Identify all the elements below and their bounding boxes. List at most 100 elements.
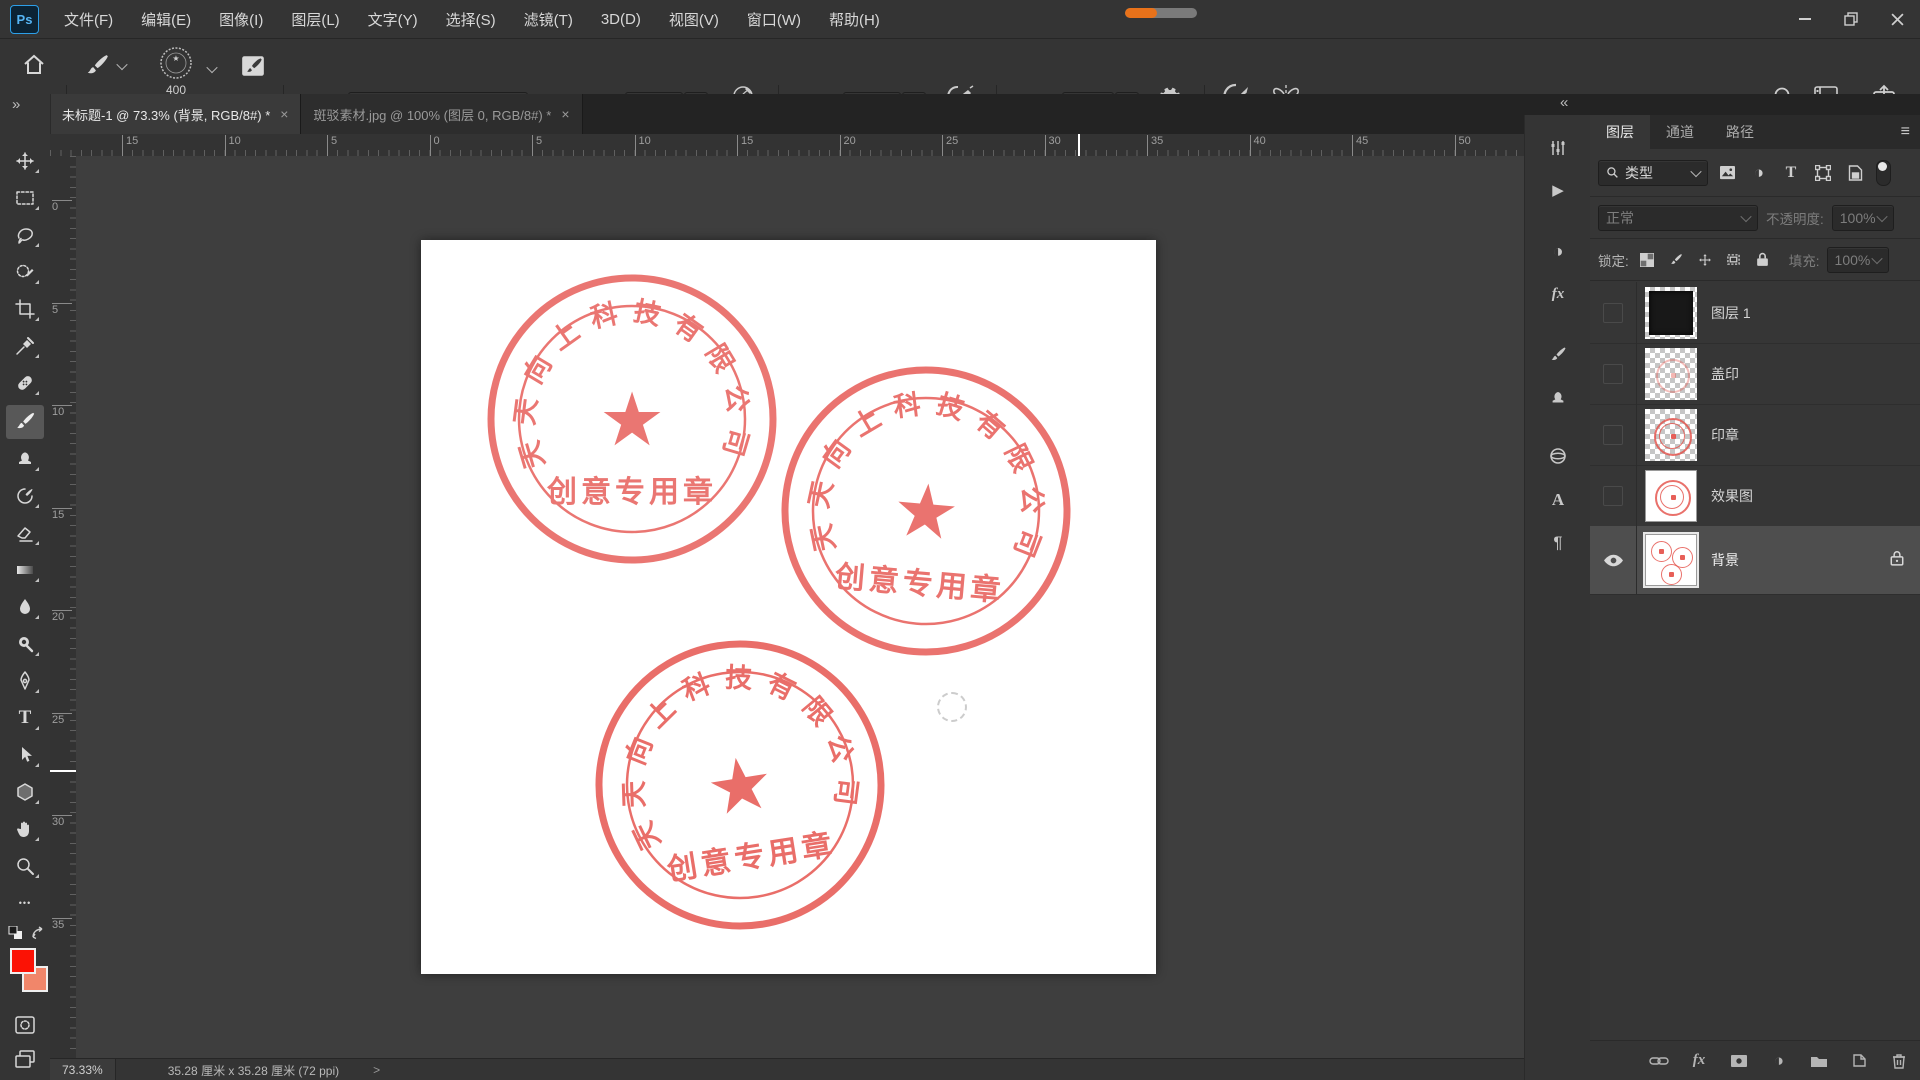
lock-transparent-button[interactable]: [1636, 248, 1658, 272]
eyedropper-tool[interactable]: [8, 331, 42, 361]
tab-close-icon[interactable]: ×: [561, 106, 569, 122]
tab-untitled-1[interactable]: 未标题-1 @ 73.3% (背景, RGB/8#) * ×: [50, 94, 302, 134]
brush-settings-panel-button[interactable]: [1542, 340, 1574, 370]
visibility-toggle[interactable]: [1590, 465, 1637, 526]
lock-artboard-button[interactable]: [1723, 248, 1745, 272]
paragraph-panel-button[interactable]: ¶: [1542, 528, 1574, 558]
toggle-brush-panel-button[interactable]: [240, 53, 266, 84]
visibility-toggle[interactable]: [1590, 526, 1637, 594]
layer-thumbnail[interactable]: [1645, 286, 1697, 339]
lasso-tool[interactable]: [8, 220, 42, 250]
brush-preset-picker[interactable]: ★ 400: [158, 45, 194, 97]
layer-style-button[interactable]: fx: [1686, 1049, 1712, 1073]
clone-stamp-tool[interactable]: [8, 444, 42, 474]
menu-filter[interactable]: 滤镜(T): [510, 0, 587, 38]
collapse-panels-icon[interactable]: «: [1560, 94, 1568, 111]
menu-edit[interactable]: 编辑(E): [127, 0, 205, 38]
layer-opacity-input[interactable]: 100%: [1831, 204, 1894, 231]
menu-file[interactable]: 文件(F): [50, 0, 127, 38]
pen-tool[interactable]: [8, 666, 42, 696]
document-canvas[interactable]: 天天向上科技有限公司 ★ 创意专用章 天天向上科技有限公司 ★ 创意专用章 天天…: [421, 240, 1156, 974]
rectangular-marquee-tool[interactable]: [8, 183, 42, 213]
filter-smart-objects-button[interactable]: [1842, 161, 1868, 185]
close-button[interactable]: [1874, 0, 1920, 38]
layer-blend-mode-select[interactable]: 正常: [1598, 204, 1758, 231]
filter-toggle-switch[interactable]: [1876, 159, 1891, 186]
tab-paths[interactable]: 路径: [1710, 115, 1770, 149]
history-brush-tool[interactable]: [8, 481, 42, 511]
foreground-color-swatch[interactable]: [10, 948, 36, 974]
canvas-pasteboard[interactable]: 天天向上科技有限公司 ★ 创意专用章 天天向上科技有限公司 ★ 创意专用章 天天…: [76, 156, 1524, 1058]
filter-adjustment-layers-button[interactable]: ◑: [1746, 161, 1772, 185]
tab-layers[interactable]: 图层: [1590, 115, 1650, 149]
eraser-tool[interactable]: [8, 518, 42, 548]
delete-layer-button[interactable]: [1886, 1049, 1912, 1073]
menu-select[interactable]: 选择(S): [432, 0, 510, 38]
properties-panel-button[interactable]: [1542, 133, 1574, 163]
swap-colors-button[interactable]: [30, 926, 46, 945]
dodge-tool[interactable]: [8, 629, 42, 659]
layer-name[interactable]: 印章: [1711, 425, 1739, 445]
filter-type-select[interactable]: 类型: [1598, 159, 1708, 186]
layer-name[interactable]: 图层 1: [1711, 303, 1751, 323]
link-layers-button[interactable]: [1646, 1049, 1672, 1073]
shape-tool[interactable]: [8, 777, 42, 807]
new-group-button[interactable]: [1806, 1049, 1832, 1073]
layer-thumbnail[interactable]: [1645, 469, 1697, 522]
layer-row-yinzhang[interactable]: 印章: [1590, 404, 1920, 466]
character-panel-button[interactable]: A: [1542, 485, 1574, 515]
layer-row-tucheng1[interactable]: 图层 1: [1590, 282, 1920, 344]
3d-panel-button[interactable]: [1542, 441, 1574, 471]
home-button[interactable]: [22, 53, 46, 82]
hand-tool[interactable]: [8, 814, 42, 844]
filter-type-layers-button[interactable]: T: [1778, 161, 1804, 185]
brush-preset-chevron-icon[interactable]: [206, 61, 218, 74]
add-mask-button[interactable]: [1726, 1049, 1752, 1073]
tab-channels[interactable]: 通道: [1650, 115, 1710, 149]
actions-panel-button[interactable]: ▶: [1542, 175, 1574, 205]
tab-banbo-sucai[interactable]: 斑驳素材.jpg @ 100% (图层 0, RGB/8#) * ×: [301, 94, 583, 134]
menu-layer[interactable]: 图层(L): [277, 0, 353, 38]
menu-image[interactable]: 图像(I): [205, 0, 277, 38]
visibility-toggle[interactable]: [1590, 404, 1637, 465]
blur-tool[interactable]: [8, 592, 42, 622]
tab-close-icon[interactable]: ×: [280, 106, 288, 122]
crop-tool[interactable]: [8, 294, 42, 324]
clone-source-panel-button[interactable]: [1542, 383, 1574, 413]
object-selection-tool[interactable]: [8, 257, 42, 287]
layer-name[interactable]: 背景: [1711, 550, 1739, 570]
edit-toolbar-button[interactable]: •••: [8, 888, 42, 918]
layer-name[interactable]: 效果图: [1711, 486, 1753, 506]
spot-healing-brush-tool[interactable]: [8, 368, 42, 398]
expand-toolbar-icon[interactable]: »: [12, 96, 20, 113]
lock-all-button[interactable]: [1752, 248, 1774, 272]
move-tool[interactable]: [8, 146, 42, 176]
layer-name[interactable]: 盖印: [1711, 364, 1739, 384]
fill-input[interactable]: 100%: [1826, 246, 1889, 273]
menu-window[interactable]: 窗口(W): [733, 0, 815, 38]
lock-position-button[interactable]: [1694, 248, 1716, 272]
menu-3d[interactable]: 3D(D): [587, 0, 655, 38]
zoom-level-field[interactable]: 73.33%: [50, 1059, 116, 1080]
menu-type[interactable]: 文字(Y): [354, 0, 432, 38]
panel-menu-button[interactable]: ≡: [1891, 115, 1920, 149]
visibility-toggle[interactable]: [1590, 282, 1637, 343]
filter-shape-layers-button[interactable]: [1810, 161, 1836, 185]
layer-row-gaiyin[interactable]: 盖印: [1590, 343, 1920, 405]
lock-image-button[interactable]: [1665, 248, 1687, 272]
restore-button[interactable]: [1828, 0, 1874, 38]
path-selection-tool[interactable]: [8, 740, 42, 770]
zoom-tool[interactable]: [8, 851, 42, 881]
layer-row-xiaoguotu[interactable]: 效果图: [1590, 465, 1920, 527]
adjustments-panel-button[interactable]: ◑: [1542, 236, 1574, 266]
brush-tool[interactable]: [6, 405, 44, 439]
styles-panel-button[interactable]: fx: [1542, 279, 1574, 309]
menu-view[interactable]: 视图(V): [655, 0, 733, 38]
menu-help[interactable]: 帮助(H): [815, 0, 894, 38]
gradient-tool[interactable]: [8, 555, 42, 585]
brush-tool-indicator[interactable]: [84, 53, 128, 79]
layer-thumbnail[interactable]: [1643, 532, 1699, 588]
layer-row-background[interactable]: 背景: [1590, 526, 1920, 595]
minimize-button[interactable]: [1782, 0, 1828, 38]
photoshop-logo[interactable]: Ps: [10, 5, 39, 34]
